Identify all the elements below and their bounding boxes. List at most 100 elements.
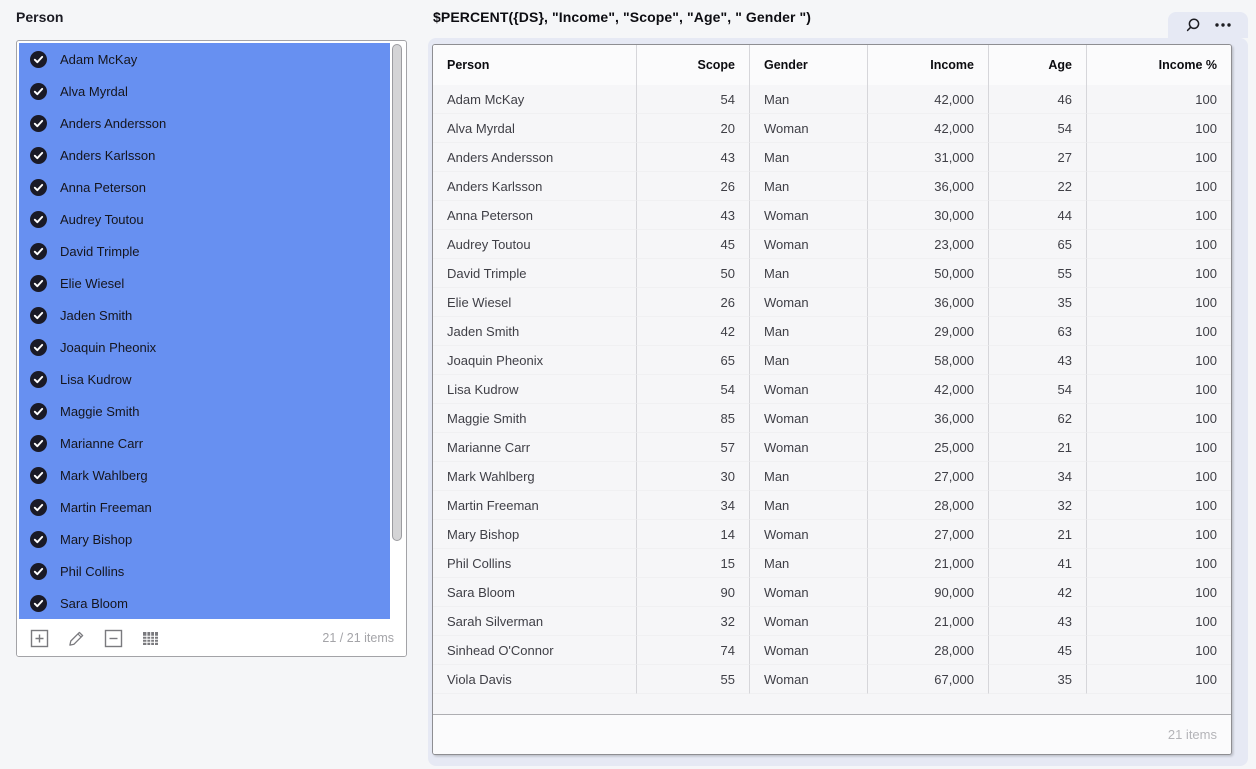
cell-gender[interactable]: Woman <box>750 636 868 665</box>
list-item[interactable]: Maggie Smith <box>19 395 390 427</box>
cell-person[interactable]: Marianne Carr <box>433 433 637 462</box>
cell-income[interactable]: 100 <box>1087 549 1231 578</box>
edit-button[interactable] <box>66 628 86 648</box>
cell-gender[interactable]: Woman <box>750 607 868 636</box>
list-item[interactable]: Audrey Toutou <box>19 203 390 235</box>
cell-income[interactable]: 100 <box>1087 636 1231 665</box>
cell-income[interactable]: 58,000 <box>868 346 989 375</box>
cell-age[interactable]: 35 <box>989 665 1087 694</box>
cell-gender[interactable]: Woman <box>750 520 868 549</box>
cell-scope[interactable]: 34 <box>637 491 750 520</box>
cell-age[interactable]: 45 <box>989 636 1087 665</box>
cell-income[interactable]: 30,000 <box>868 201 989 230</box>
search-button[interactable] <box>1184 16 1202 34</box>
cell-person[interactable]: Anna Peterson <box>433 201 637 230</box>
cell-age[interactable]: 54 <box>989 114 1087 143</box>
cell-income[interactable]: 100 <box>1087 172 1231 201</box>
cell-income[interactable]: 28,000 <box>868 636 989 665</box>
cell-scope[interactable]: 65 <box>637 346 750 375</box>
cell-person[interactable]: Maggie Smith <box>433 404 637 433</box>
column-header-income[interactable]: Income <box>868 45 989 85</box>
cell-scope[interactable]: 42 <box>637 317 750 346</box>
cell-gender[interactable]: Woman <box>750 201 868 230</box>
cell-gender[interactable]: Man <box>750 259 868 288</box>
cell-person[interactable]: Mark Wahlberg <box>433 462 637 491</box>
column-header-person[interactable]: Person <box>433 45 637 85</box>
cell-person[interactable]: Adam McKay <box>433 85 637 114</box>
add-button[interactable] <box>29 628 49 648</box>
cell-income[interactable]: 29,000 <box>868 317 989 346</box>
cell-income[interactable]: 100 <box>1087 375 1231 404</box>
cell-age[interactable]: 46 <box>989 85 1087 114</box>
cell-income[interactable]: 90,000 <box>868 578 989 607</box>
cell-scope[interactable]: 26 <box>637 288 750 317</box>
cell-scope[interactable]: 43 <box>637 143 750 172</box>
list-item[interactable]: Anders Karlsson <box>19 139 390 171</box>
column-header-gender[interactable]: Gender <box>750 45 868 85</box>
cell-income[interactable]: 100 <box>1087 346 1231 375</box>
cell-gender[interactable]: Woman <box>750 404 868 433</box>
column-header-scope[interactable]: Scope <box>637 45 750 85</box>
list-item[interactable]: Elie Wiesel <box>19 267 390 299</box>
cell-income[interactable]: 42,000 <box>868 375 989 404</box>
cell-age[interactable]: 35 <box>989 288 1087 317</box>
cell-income[interactable]: 100 <box>1087 259 1231 288</box>
cell-age[interactable]: 55 <box>989 259 1087 288</box>
cell-age[interactable]: 42 <box>989 578 1087 607</box>
cell-person[interactable]: Anders Andersson <box>433 143 637 172</box>
cell-age[interactable]: 63 <box>989 317 1087 346</box>
cell-person[interactable]: David Trimple <box>433 259 637 288</box>
cell-income[interactable]: 100 <box>1087 433 1231 462</box>
column-header-age[interactable]: Age <box>989 45 1087 85</box>
cell-income[interactable]: 21,000 <box>868 549 989 578</box>
cell-scope[interactable]: 20 <box>637 114 750 143</box>
list-item[interactable]: Sara Bloom <box>19 587 390 619</box>
cell-gender[interactable]: Woman <box>750 665 868 694</box>
cell-income[interactable]: 100 <box>1087 230 1231 259</box>
cell-income[interactable]: 36,000 <box>868 404 989 433</box>
listbox-scrollbar-track[interactable] <box>390 43 404 620</box>
cell-income[interactable]: 50,000 <box>868 259 989 288</box>
list-item[interactable]: David Trimple <box>19 235 390 267</box>
cell-age[interactable]: 44 <box>989 201 1087 230</box>
cell-person[interactable]: Martin Freeman <box>433 491 637 520</box>
cell-income[interactable]: 36,000 <box>868 288 989 317</box>
cell-scope[interactable]: 14 <box>637 520 750 549</box>
cell-person[interactable]: Lisa Kudrow <box>433 375 637 404</box>
cell-person[interactable]: Audrey Toutou <box>433 230 637 259</box>
cell-income[interactable]: 67,000 <box>868 665 989 694</box>
cell-scope[interactable]: 74 <box>637 636 750 665</box>
list-item[interactable]: Joaquin Pheonix <box>19 331 390 363</box>
cell-person[interactable]: Sinhead O'Connor <box>433 636 637 665</box>
cell-gender[interactable]: Man <box>750 346 868 375</box>
cell-gender[interactable]: Man <box>750 462 868 491</box>
cell-age[interactable]: 54 <box>989 375 1087 404</box>
cell-person[interactable]: Alva Myrdal <box>433 114 637 143</box>
cell-age[interactable]: 21 <box>989 433 1087 462</box>
list-item[interactable]: Alva Myrdal <box>19 75 390 107</box>
cell-gender[interactable]: Woman <box>750 578 868 607</box>
cell-gender[interactable]: Woman <box>750 230 868 259</box>
cell-income[interactable]: 42,000 <box>868 114 989 143</box>
cell-scope[interactable]: 85 <box>637 404 750 433</box>
listbox-scrollbar-thumb[interactable] <box>392 44 402 541</box>
list-item[interactable]: Anna Peterson <box>19 171 390 203</box>
cell-scope[interactable]: 54 <box>637 375 750 404</box>
list-item[interactable]: Lisa Kudrow <box>19 363 390 395</box>
cell-scope[interactable]: 43 <box>637 201 750 230</box>
cell-income[interactable]: 100 <box>1087 404 1231 433</box>
remove-button[interactable] <box>103 628 123 648</box>
cell-person[interactable]: Jaden Smith <box>433 317 637 346</box>
cell-income[interactable]: 27,000 <box>868 462 989 491</box>
cell-person[interactable]: Sara Bloom <box>433 578 637 607</box>
cell-age[interactable]: 65 <box>989 230 1087 259</box>
cell-age[interactable]: 41 <box>989 549 1087 578</box>
cell-scope[interactable]: 30 <box>637 462 750 491</box>
list-item[interactable]: Marianne Carr <box>19 427 390 459</box>
cell-income[interactable]: 100 <box>1087 114 1231 143</box>
cell-income[interactable]: 100 <box>1087 288 1231 317</box>
cell-age[interactable]: 27 <box>989 143 1087 172</box>
cell-gender[interactable]: Woman <box>750 433 868 462</box>
cell-income[interactable]: 100 <box>1087 520 1231 549</box>
cell-person[interactable]: Joaquin Pheonix <box>433 346 637 375</box>
